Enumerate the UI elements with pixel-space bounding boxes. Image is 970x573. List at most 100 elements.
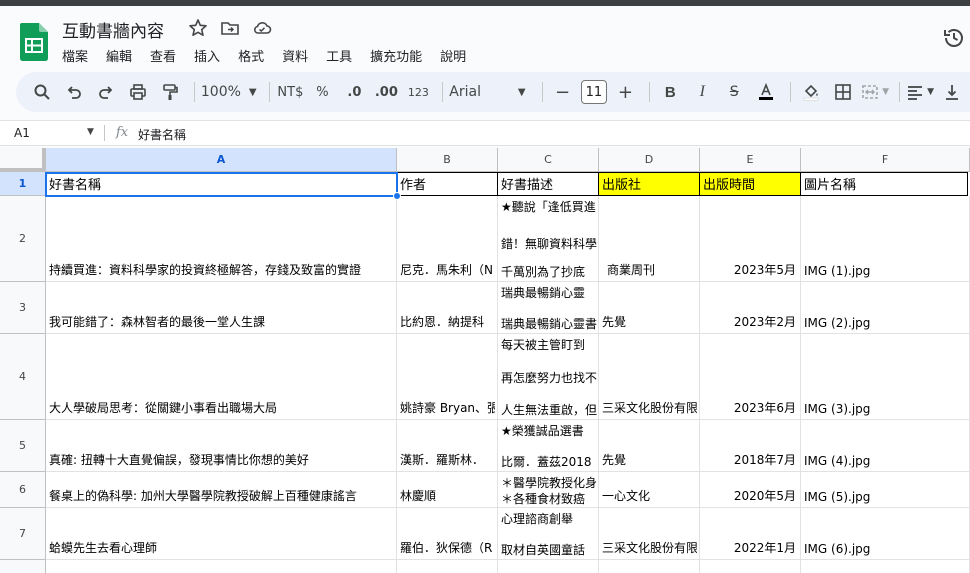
column-header-f[interactable]: F: [801, 148, 970, 172]
cell-e2[interactable]: 2023年5月: [700, 196, 801, 282]
cell-f7[interactable]: IMG (6).jpg: [801, 508, 970, 560]
column-header-d[interactable]: D: [599, 148, 700, 172]
select-all-corner[interactable]: [0, 148, 46, 172]
cell-b6[interactable]: 林慶順: [397, 472, 498, 508]
row-header-8[interactable]: [0, 560, 46, 573]
cell-d1[interactable]: 出版社: [599, 172, 700, 196]
cell-d5[interactable]: 先覺: [599, 420, 700, 472]
cell-e1[interactable]: 出版時間: [700, 172, 801, 196]
cell-a4[interactable]: 大人學破局思考：從關鍵小事看出職場大局: [46, 334, 397, 420]
row-header-2[interactable]: 2: [0, 196, 46, 282]
increase-decimal-button[interactable]: .00: [372, 78, 400, 106]
cell-f5[interactable]: IMG (4).jpg: [801, 420, 970, 472]
vertical-align-icon[interactable]: [938, 78, 966, 106]
menu-data[interactable]: 資料: [282, 46, 308, 65]
menu-file[interactable]: 檔案: [62, 46, 88, 65]
column-header-e[interactable]: E: [700, 148, 801, 172]
cloud-saved-icon[interactable]: [252, 18, 272, 38]
cell-c5[interactable]: ★榮獲誠品選書 比爾．蓋茲2018: [498, 420, 599, 472]
row-header-7[interactable]: 7: [0, 508, 46, 560]
cell-e5[interactable]: 2018年7月: [700, 420, 801, 472]
menu-view[interactable]: 查看: [150, 46, 176, 65]
row-header-5[interactable]: 5: [0, 420, 46, 472]
column-header-b[interactable]: B: [397, 148, 498, 172]
cell-f3[interactable]: IMG (2).jpg: [801, 282, 970, 334]
cell-d8[interactable]: [599, 560, 700, 573]
cell-d6[interactable]: 一心文化: [599, 472, 700, 508]
undo-icon[interactable]: [60, 78, 88, 106]
column-header-a[interactable]: A: [46, 148, 397, 172]
document-title[interactable]: 互動書牆內容: [62, 17, 164, 42]
row-header-4[interactable]: 4: [0, 334, 46, 420]
increase-font-size-icon[interactable]: +: [611, 78, 639, 106]
cell-e4[interactable]: 2023年6月: [700, 334, 801, 420]
format-percent-button[interactable]: %: [308, 78, 336, 106]
cell-b4[interactable]: 姚詩豪 Bryan、張: [397, 334, 498, 420]
cell-c2[interactable]: ★聽說「逢低買進 錯！無聊資料科學 千萬別為了抄底: [498, 196, 599, 282]
move-to-folder-icon[interactable]: [220, 18, 240, 38]
menu-insert[interactable]: 插入: [194, 46, 220, 65]
version-history-icon[interactable]: [942, 26, 966, 50]
cell-c1[interactable]: 好書描述: [498, 172, 599, 196]
cell-c3[interactable]: 瑞典最暢銷心靈 瑞典最暢銷心靈書: [498, 282, 599, 334]
cell-c4[interactable]: 每天被主管盯到 再怎麼努力也找不 人生無法重啟，但: [498, 334, 599, 420]
horizontal-align-icon[interactable]: ▼: [906, 78, 934, 106]
italic-icon[interactable]: I: [688, 78, 716, 106]
cell-e6[interactable]: 2020年5月: [700, 472, 801, 508]
cell-a6[interactable]: 餐桌上的偽科學: 加州大學醫學院教授破解上百種健康謠言: [46, 472, 397, 508]
cell-f8[interactable]: [801, 560, 970, 573]
cell-a8[interactable]: [46, 560, 397, 573]
fill-color-icon[interactable]: [797, 78, 825, 106]
menu-extensions[interactable]: 擴充功能: [370, 46, 422, 65]
cell-d7[interactable]: 三采文化股份有限: [599, 508, 700, 560]
cell-f4[interactable]: IMG (3).jpg: [801, 334, 970, 420]
cell-c6[interactable]: ＊醫學院教授化身 ＊各種食材致癌: [498, 472, 599, 508]
cell-c8[interactable]: [498, 560, 599, 573]
font-size-input[interactable]: 11: [580, 80, 608, 104]
borders-icon[interactable]: [829, 78, 857, 106]
font-family-select[interactable]: Arial ▼: [449, 78, 531, 106]
cell-b7[interactable]: 羅伯．狄保德（R: [397, 508, 498, 560]
cell-b3[interactable]: 比約恩．納提科: [397, 282, 498, 334]
column-header-c[interactable]: C: [498, 148, 599, 172]
formula-input[interactable]: 好書名稱: [138, 126, 186, 143]
redo-icon[interactable]: [92, 78, 120, 106]
strikethrough-icon[interactable]: S: [720, 78, 748, 106]
bold-icon[interactable]: B: [656, 78, 684, 106]
search-menus-icon[interactable]: [28, 78, 56, 106]
text-color-icon[interactable]: [752, 78, 780, 106]
format-currency-button[interactable]: NT$: [276, 78, 304, 106]
cell-a3[interactable]: 我可能錯了：森林智者的最後一堂人生課: [46, 282, 397, 334]
name-box[interactable]: A1 ▼: [14, 126, 94, 140]
sheets-logo-icon[interactable]: [20, 23, 48, 61]
cell-e8[interactable]: [700, 560, 801, 573]
row-header-3[interactable]: 3: [0, 282, 46, 334]
cell-a7[interactable]: 蛤蟆先生去看心理師: [46, 508, 397, 560]
decrease-decimal-button[interactable]: .0: [340, 78, 368, 106]
cell-d2[interactable]: 商業周刊: [599, 196, 700, 282]
cell-b8[interactable]: [397, 560, 498, 573]
zoom-select[interactable]: 100% ▼: [201, 78, 260, 106]
decrease-font-size-icon[interactable]: −: [549, 78, 577, 106]
print-icon[interactable]: [124, 78, 152, 106]
cell-f1[interactable]: 圖片名稱: [801, 172, 968, 196]
menu-format[interactable]: 格式: [238, 46, 264, 65]
cell-d3[interactable]: 先覺: [599, 282, 700, 334]
menu-help[interactable]: 說明: [440, 46, 466, 65]
cell-f6[interactable]: IMG (5).jpg: [801, 472, 970, 508]
cell-b1[interactable]: 作者: [397, 172, 498, 196]
menu-edit[interactable]: 編輯: [106, 46, 132, 65]
row-header-6[interactable]: 6: [0, 472, 46, 508]
star-icon[interactable]: [188, 18, 208, 38]
cell-d4[interactable]: 三采文化股份有限: [599, 334, 700, 420]
merge-cells-icon[interactable]: ▼: [861, 78, 889, 106]
cell-b2[interactable]: 尼克．馬朱利（N: [397, 196, 498, 282]
cell-e3[interactable]: 2023年2月: [700, 282, 801, 334]
cell-f2[interactable]: IMG (1).jpg: [801, 196, 970, 282]
cell-a5[interactable]: 真確: 扭轉十大直覺偏誤，發現事情比你想的美好: [46, 420, 397, 472]
cell-a2[interactable]: 持續買進：資料科學家的投資終極解答，存錢及致富的實證: [46, 196, 397, 282]
active-cell-selection[interactable]: [45, 172, 401, 200]
cell-c7[interactable]: 心理諮商創舉 取材自英國童話: [498, 508, 599, 560]
menu-tools[interactable]: 工具: [326, 46, 352, 65]
fill-handle[interactable]: [393, 192, 401, 200]
